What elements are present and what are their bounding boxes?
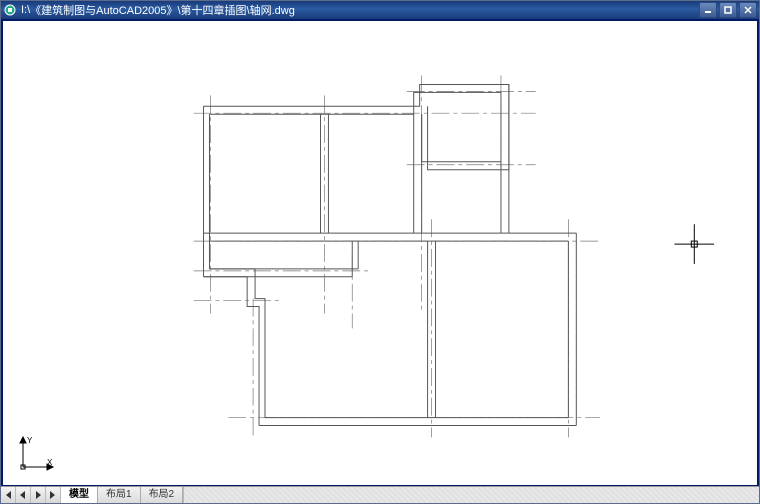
ucs-icon: Y X [17, 433, 57, 473]
tab-nav-prev[interactable] [16, 487, 31, 503]
walls [204, 84, 577, 425]
app-icon [3, 3, 17, 17]
tab-model[interactable]: 模型 [61, 487, 98, 503]
tab-nav-next[interactable] [31, 487, 46, 503]
maximize-button[interactable] [719, 2, 737, 18]
grid-lines [194, 76, 600, 438]
ucs-y-label: Y [27, 436, 33, 445]
floor-plan [3, 21, 757, 485]
tab-layout1[interactable]: 布局1 [98, 487, 141, 503]
tab-layout2[interactable]: 布局2 [141, 487, 184, 503]
tab-nav-last[interactable] [46, 487, 61, 503]
window-title: 《建筑制图与AutoCAD2005》\第十四章插图\轴网.dwg [30, 2, 699, 18]
document-window: I:\ 《建筑制图与AutoCAD2005》\第十四章插图\轴网.dwg [0, 0, 760, 504]
window-controls [699, 2, 757, 18]
tab-scroll-track[interactable] [183, 487, 759, 503]
layout-tabbar: 模型 布局1 布局2 [1, 486, 759, 503]
ucs-x-label: X [47, 458, 53, 467]
crosshair-cursor [674, 224, 714, 264]
titlebar[interactable]: I:\ 《建筑制图与AutoCAD2005》\第十四章插图\轴网.dwg [1, 1, 759, 19]
minimize-button[interactable] [699, 2, 717, 18]
drive-prefix: I:\ [21, 4, 30, 16]
close-button[interactable] [739, 2, 757, 18]
tab-nav-first[interactable] [1, 487, 16, 503]
drawing-border: Y X [1, 19, 759, 487]
drawing-canvas[interactable]: Y X [3, 21, 757, 485]
